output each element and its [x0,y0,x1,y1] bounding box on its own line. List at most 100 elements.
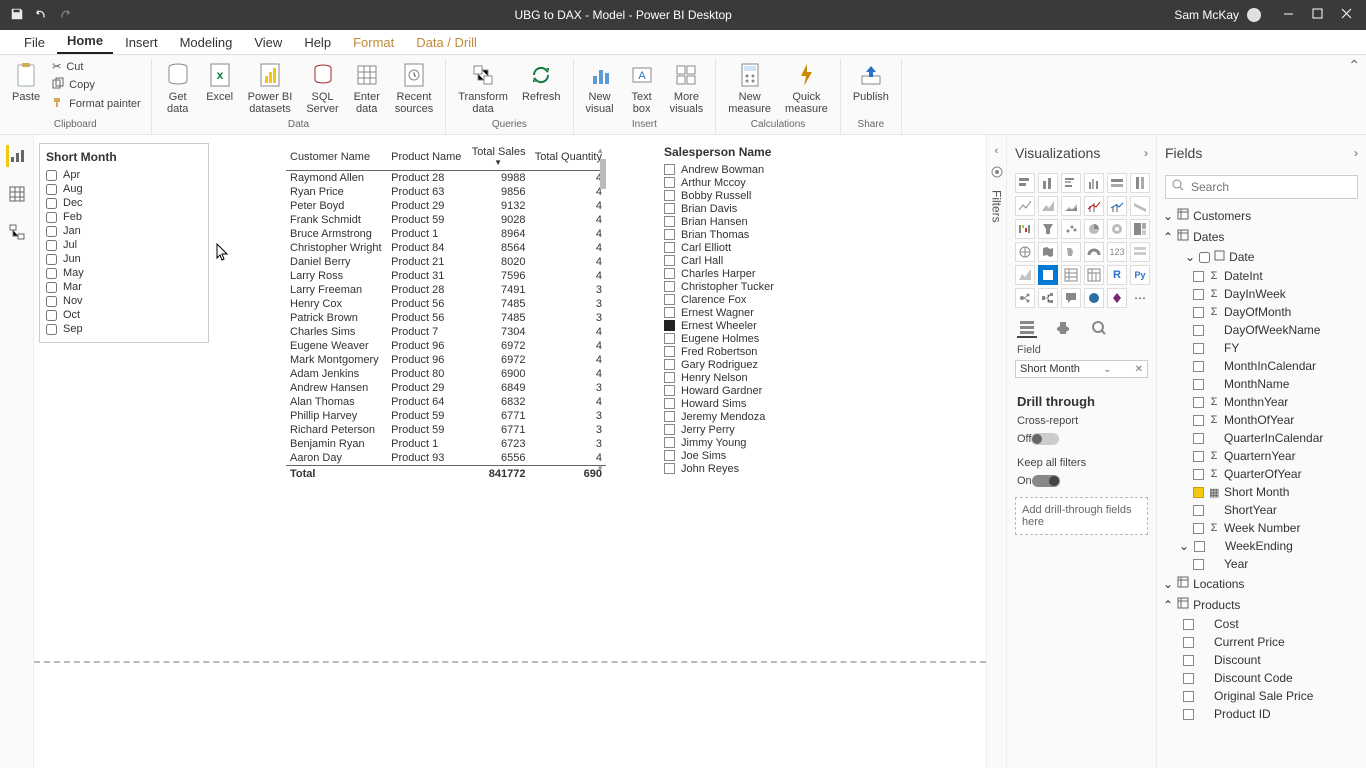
minimize-icon[interactable] [1283,8,1294,22]
checkbox[interactable] [664,242,675,253]
checkbox[interactable] [664,203,675,214]
checkbox[interactable] [664,411,675,422]
checkbox[interactable] [664,190,675,201]
field-item[interactable]: ΣQuarternYear [1171,447,1362,465]
table-products[interactable]: ⌃Products [1161,594,1362,615]
undo-icon[interactable] [34,7,48,24]
copy-button[interactable]: Copy [50,76,143,93]
salesperson-option[interactable]: Howard Sims [664,397,864,410]
viz-line-col[interactable] [1084,196,1104,216]
field-checkbox[interactable] [1193,433,1204,444]
short-month-slicer[interactable]: Short Month AprAugDecFebJanJulJunMayMarN… [39,143,209,343]
checkbox[interactable] [46,282,57,293]
checkbox[interactable] [664,216,675,227]
field-checkbox[interactable] [1193,271,1204,282]
month-option[interactable]: Jan [46,224,202,238]
field-checkbox[interactable] [1194,541,1205,552]
checkbox[interactable] [46,324,57,335]
col-total-qty[interactable]: Total Quantity [530,143,607,171]
checkbox[interactable] [664,320,675,331]
checkbox[interactable] [664,398,675,409]
checkbox[interactable] [46,212,57,223]
salesperson-option[interactable]: Gary Rodriguez [664,358,864,371]
checkbox[interactable] [664,268,675,279]
field-item[interactable]: ▦Short Month [1171,483,1362,501]
viz-slicer[interactable] [1038,265,1058,285]
refresh-button[interactable]: Refresh [518,59,565,105]
table-row[interactable]: Patrick BrownProduct 5674853 [286,311,606,325]
table-row[interactable]: Raymond AllenProduct 2899884 [286,171,606,186]
field-item[interactable]: MonthName [1171,375,1362,393]
maximize-icon[interactable] [1312,8,1323,22]
field-item[interactable]: Discount Code [1161,669,1362,687]
viz-multi-card[interactable] [1130,242,1150,262]
field-item[interactable]: DayOfWeekName [1171,321,1362,339]
more-visuals-button[interactable]: More visuals [666,59,708,117]
viz-100-col[interactable] [1130,173,1150,193]
checkbox[interactable] [46,170,57,181]
viz-100-bar[interactable] [1107,173,1127,193]
recent-sources-button[interactable]: Recent sources [391,59,438,117]
data-view-button[interactable] [6,183,28,205]
viz-more-icon[interactable]: ⋯ [1130,288,1150,308]
salesperson-slicer[interactable]: Salesperson Name Andrew BowmanArthur Mcc… [664,143,864,475]
viz-shape-map[interactable] [1061,242,1081,262]
salesperson-option[interactable]: Andrew Bowman [664,163,864,176]
field-checkbox[interactable] [1183,619,1194,630]
field-item[interactable]: ΣDayOfMonth [1171,303,1362,321]
viz-stacked-bar[interactable] [1015,173,1035,193]
checkbox[interactable] [664,385,675,396]
field-checkbox[interactable] [1193,397,1204,408]
field-item[interactable]: ΣDateInt [1171,267,1362,285]
keep-all-toggle[interactable] [1032,475,1060,487]
sales-table-visual[interactable]: ▴ ▾ Customer Name Product Name Total Sal… [286,143,606,495]
field-item[interactable]: ΣMonthOfYear [1171,411,1362,429]
analytics-well-tab[interactable] [1089,318,1109,338]
field-item[interactable]: Year [1171,555,1362,573]
table-row[interactable]: Frank SchmidtProduct 5990284 [286,213,606,227]
redo-icon[interactable] [58,7,72,24]
checkbox[interactable] [664,450,675,461]
col-customer[interactable]: Customer Name [286,143,387,171]
tab-help[interactable]: Help [294,30,341,54]
salesperson-option[interactable]: Jerry Perry [664,423,864,436]
checkbox[interactable] [664,333,675,344]
checkbox[interactable] [664,164,675,175]
salesperson-option[interactable]: John Reyes [664,462,864,475]
checkbox[interactable] [664,229,675,240]
month-option[interactable]: Mar [46,280,202,294]
field-checkbox[interactable] [1193,325,1204,336]
checkbox[interactable] [664,346,675,357]
field-item[interactable]: Cost [1161,615,1362,633]
col-product[interactable]: Product Name [387,143,467,171]
viz-python[interactable]: Py [1130,265,1150,285]
close-icon[interactable] [1341,8,1352,22]
viz-area[interactable] [1038,196,1058,216]
field-item[interactable]: Original Sale Price [1161,687,1362,705]
field-item[interactable]: ShortYear [1171,501,1362,519]
salesperson-option[interactable]: Henry Nelson [664,371,864,384]
checkbox[interactable] [664,359,675,370]
format-painter-button[interactable]: Format painter [50,95,143,112]
salesperson-option[interactable]: Joe Sims [664,449,864,462]
checkbox[interactable] [46,296,57,307]
field-checkbox[interactable] [1183,655,1194,666]
viz-clustered-col[interactable] [1084,173,1104,193]
field-item[interactable]: ΣQuarterOfYear [1171,465,1362,483]
tab-data-drill[interactable]: Data / Drill [406,30,487,54]
checkbox[interactable] [664,437,675,448]
chevron-down-icon[interactable]: ⌄ [1103,364,1111,375]
checkbox[interactable] [46,184,57,195]
table-row[interactable]: Richard PetersonProduct 5967713 [286,423,606,437]
salesperson-option[interactable]: Christopher Tucker [664,280,864,293]
enter-data-button[interactable]: Enter data [349,59,385,117]
checkbox[interactable] [46,310,57,321]
field-checkbox[interactable] [1193,469,1204,480]
viz-pie[interactable] [1084,219,1104,239]
field-checkbox[interactable] [1193,289,1204,300]
field-checkbox[interactable] [1193,505,1204,516]
collapse-fields-icon[interactable]: › [1354,146,1358,160]
field-well-item[interactable]: Short Month ⌄ ✕ [1015,360,1148,378]
viz-ribbon[interactable] [1130,196,1150,216]
pbi-datasets-button[interactable]: Power BI datasets [244,59,297,117]
